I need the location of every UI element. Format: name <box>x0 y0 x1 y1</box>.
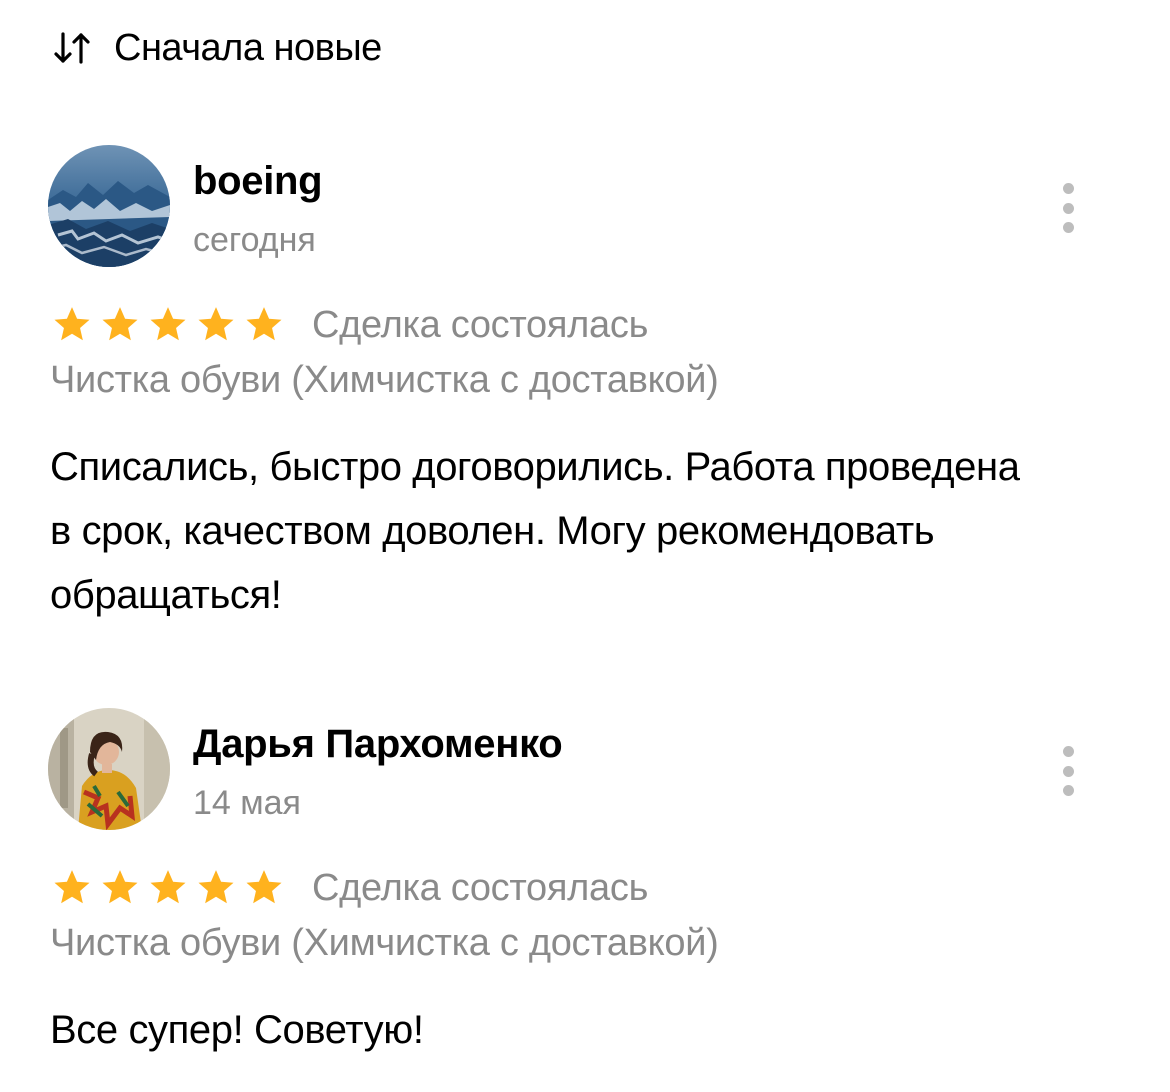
more-dot <box>1062 746 1074 757</box>
star-icon <box>150 870 186 904</box>
review-text: Все супер! Советую! <box>50 1008 424 1052</box>
review-date: сегодня <box>193 221 316 259</box>
star-rating <box>50 867 290 909</box>
star-icon <box>54 307 90 341</box>
deal-status: Сделка состоялась <box>312 866 649 909</box>
review-text: Списались, быстро договорились. Работа п… <box>50 445 1020 617</box>
review-author[interactable]: boeing <box>193 159 323 204</box>
star-icon <box>102 307 138 341</box>
rating-row: Сделка состоялась <box>50 297 648 353</box>
review-date: 14 мая <box>193 784 301 822</box>
more-dot <box>1062 222 1074 233</box>
sort-label: Сначала новые <box>114 26 382 69</box>
star-icon <box>150 307 186 341</box>
avatar[interactable] <box>48 708 170 830</box>
more-dot <box>1062 202 1074 214</box>
deal-status: Сделка состоялась <box>312 303 649 346</box>
review-author[interactable]: Дарья Пархоменко <box>193 722 563 767</box>
star-icon <box>54 870 90 904</box>
star-icon <box>198 870 234 904</box>
sort-arrows-icon <box>52 30 92 66</box>
star-icon <box>246 307 282 341</box>
more-dot <box>1062 183 1074 194</box>
service-name: Чистка обуви (Химчистка с доставкой) <box>50 922 719 964</box>
more-options-button[interactable] <box>1050 746 1086 796</box>
more-dot <box>1062 765 1074 777</box>
avatar[interactable] <box>48 145 170 267</box>
sort-button[interactable]: Сначала новые <box>52 22 382 74</box>
star-rating <box>50 304 290 346</box>
star-icon <box>198 307 234 341</box>
rating-row: Сделка состоялась <box>50 860 648 916</box>
star-icon <box>246 870 282 904</box>
service-name: Чистка обуви (Химчистка с доставкой) <box>50 359 719 401</box>
star-icon <box>102 870 138 904</box>
more-dot <box>1062 785 1074 796</box>
more-options-button[interactable] <box>1050 183 1086 233</box>
